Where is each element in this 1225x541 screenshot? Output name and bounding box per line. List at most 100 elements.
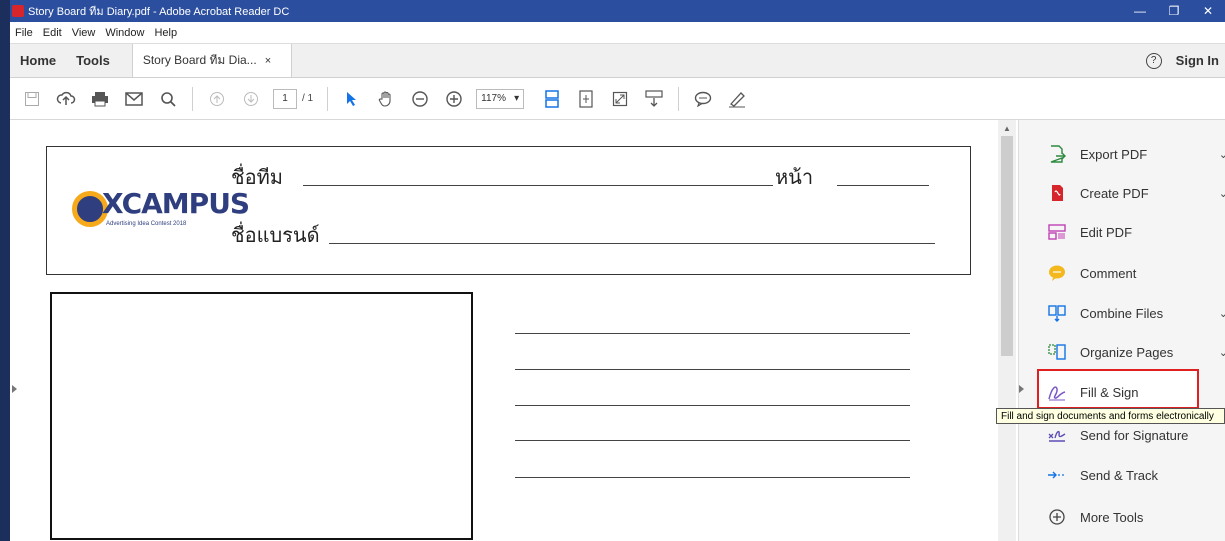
tab-tools[interactable]: Tools xyxy=(66,44,120,77)
left-panel-toggle-icon[interactable] xyxy=(12,385,17,393)
zoom-select[interactable]: 117% ▾ xyxy=(476,88,525,109)
send-track-icon xyxy=(1046,464,1068,486)
menu-edit[interactable]: Edit xyxy=(38,27,67,39)
title-bar: Story Board ทีม Diary.pdf - Adobe Acroba… xyxy=(10,0,1225,22)
restore-button[interactable]: ❐ xyxy=(1157,0,1191,22)
toolbar: 1 / 1 117% ▾ xyxy=(10,78,1225,120)
tool-label: Export PDF xyxy=(1080,146,1148,162)
hand-icon[interactable] xyxy=(374,87,398,111)
page-down-icon[interactable] xyxy=(239,87,263,111)
zoom-in-icon[interactable] xyxy=(442,87,466,111)
description-line xyxy=(515,477,910,478)
comment-icon[interactable] xyxy=(691,87,715,111)
tool-create-pdf[interactable]: Create PDF ⌄ xyxy=(1046,178,1225,208)
email-icon[interactable] xyxy=(122,87,146,111)
toolbar-separator xyxy=(192,86,193,111)
chevron-down-icon[interactable]: ⌄ xyxy=(1219,148,1225,161)
description-line xyxy=(515,405,910,406)
zoom-value: 117% xyxy=(481,93,506,104)
tab-bar: Home Tools Story Board ทีม Dia... × ? Si… xyxy=(10,44,1225,78)
fill-sign-tooltip: Fill and sign documents and forms electr… xyxy=(996,408,1225,424)
tool-label: Send for Signature xyxy=(1080,427,1189,443)
storyboard-frame xyxy=(50,292,473,540)
document-view[interactable]: XCAMPUS Advertising Idea Contest 2018 ชื… xyxy=(10,120,1018,541)
edit-pdf-icon xyxy=(1046,221,1068,243)
tool-label: Combine Files xyxy=(1080,305,1164,321)
tool-fill-sign[interactable]: Fill & Sign xyxy=(1046,377,1225,407)
vertical-scrollbar[interactable]: ▲ xyxy=(998,120,1016,541)
tools-pane-toggle-icon[interactable] xyxy=(1019,385,1024,393)
scroll-mode-icon[interactable] xyxy=(642,87,666,111)
help-icon[interactable]: ? xyxy=(1145,52,1162,69)
close-window-button[interactable]: ✕ xyxy=(1191,0,1225,22)
tool-more-tools[interactable]: More Tools xyxy=(1046,502,1225,532)
brand-name-line xyxy=(329,243,935,244)
chevron-down-icon[interactable]: ⌄ xyxy=(1219,187,1225,200)
search-icon[interactable] xyxy=(156,87,180,111)
tab-home[interactable]: Home xyxy=(10,44,66,77)
zoom-out-icon[interactable] xyxy=(408,87,432,111)
tool-export-pdf[interactable]: Export PDF ⌄ xyxy=(1046,139,1225,169)
menu-file[interactable]: File xyxy=(10,27,38,39)
tool-edit-pdf[interactable]: Edit PDF xyxy=(1046,217,1225,247)
team-name-line xyxy=(303,185,773,186)
tool-label: More Tools xyxy=(1080,509,1144,525)
logo-subtitle: Advertising Idea Contest 2018 xyxy=(106,221,187,227)
save-icon[interactable] xyxy=(20,87,44,111)
menu-window[interactable]: Window xyxy=(100,27,149,39)
tool-send-track[interactable]: Send & Track xyxy=(1046,460,1225,490)
export-pdf-icon xyxy=(1046,143,1068,165)
upload-icon[interactable] xyxy=(54,87,78,111)
description-line xyxy=(515,369,910,370)
toolbar-separator xyxy=(327,86,329,111)
page-total: / 1 xyxy=(302,93,314,104)
description-line xyxy=(515,440,910,441)
tab-close-icon[interactable]: × xyxy=(265,55,271,67)
window-edge xyxy=(0,0,10,541)
tool-label: Comment xyxy=(1080,265,1137,281)
tool-send-for-signature[interactable]: Send for Signature xyxy=(1046,420,1225,450)
combine-files-icon xyxy=(1046,302,1068,324)
form-header-box: XCAMPUS Advertising Idea Contest 2018 ชื… xyxy=(46,146,971,275)
plus-circle-icon xyxy=(1046,506,1068,528)
page-number-input[interactable]: 1 xyxy=(273,88,297,109)
tool-organize-pages[interactable]: Organize Pages ⌄ xyxy=(1046,337,1225,367)
select-arrow-icon[interactable] xyxy=(340,87,364,111)
page-line xyxy=(837,185,929,186)
fullscreen-icon[interactable] xyxy=(608,87,632,111)
fit-page-icon[interactable] xyxy=(574,87,598,111)
highlight-pen-icon[interactable] xyxy=(725,87,749,111)
team-name-label: ชื่อทีม xyxy=(231,165,283,189)
window-title: Story Board ทีม Diary.pdf - Adobe Acroba… xyxy=(28,6,290,18)
acrobat-app-icon xyxy=(12,5,24,17)
create-pdf-icon xyxy=(1046,182,1068,204)
fill-sign-icon xyxy=(1046,381,1068,403)
tab-document-label: Story Board ทีม Dia... xyxy=(142,53,257,67)
page-label: หน้า xyxy=(775,165,814,189)
scroll-thumb[interactable] xyxy=(1001,136,1013,356)
brand-name-label: ชื่อแบรนด์ xyxy=(231,223,320,247)
minimize-button[interactable]: — xyxy=(1123,0,1157,22)
sign-in-link[interactable]: Sign In xyxy=(1176,53,1219,68)
acrobat-window: Story Board ทีม Diary.pdf - Adobe Acroba… xyxy=(0,0,1225,541)
chevron-down-icon: ▾ xyxy=(514,93,520,104)
description-line xyxy=(515,333,910,334)
page-up-icon[interactable] xyxy=(205,87,229,111)
send-for-signature-icon xyxy=(1046,424,1068,446)
chevron-down-icon[interactable]: ⌄ xyxy=(1219,346,1225,359)
comment-tool-icon xyxy=(1046,262,1068,284)
tab-document[interactable]: Story Board ทีม Dia... × xyxy=(131,44,292,77)
tool-label: Send & Track xyxy=(1080,467,1159,483)
tool-label: Fill & Sign xyxy=(1080,384,1139,400)
tool-label: Create PDF xyxy=(1080,185,1149,201)
menu-view[interactable]: View xyxy=(67,27,101,39)
scroll-up-icon[interactable]: ▲ xyxy=(1003,124,1011,133)
chevron-down-icon[interactable]: ⌄ xyxy=(1219,307,1225,320)
menu-help[interactable]: Help xyxy=(149,27,182,39)
print-icon[interactable] xyxy=(88,87,112,111)
tool-combine-files[interactable]: Combine Files ⌄ xyxy=(1046,298,1225,328)
tab-bar-right: ? Sign In xyxy=(1145,44,1225,77)
tool-comment[interactable]: Comment xyxy=(1046,258,1225,288)
fit-width-icon[interactable] xyxy=(540,87,564,111)
xcampus-logo: XCAMPUS Advertising Idea Contest 2018 xyxy=(72,187,250,237)
